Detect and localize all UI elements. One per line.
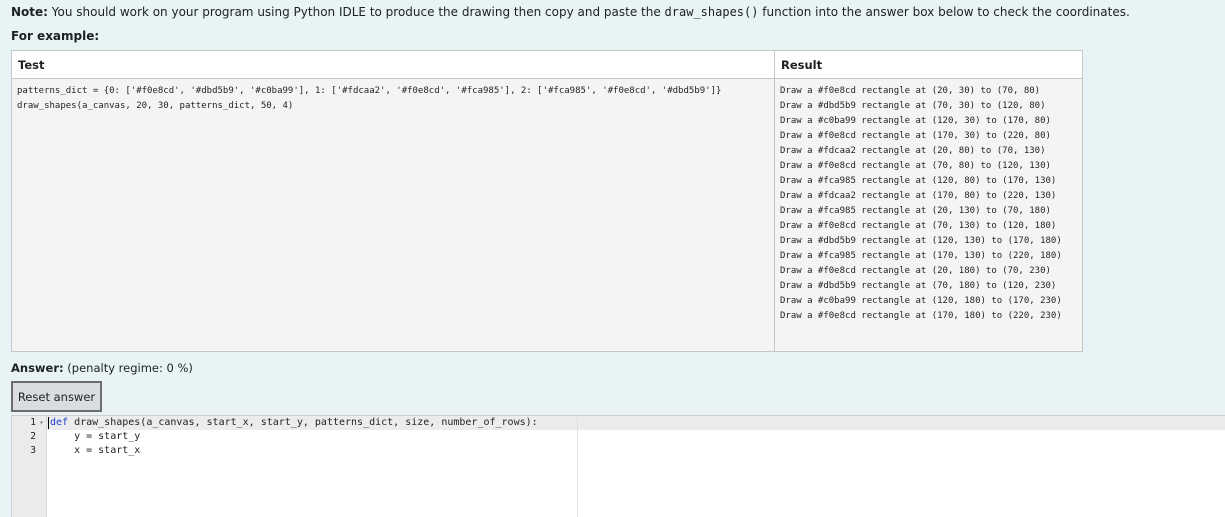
code-line: Draw a #fca985 rectangle at (170, 130) t… (780, 251, 1062, 261)
def-keyword: def (50, 417, 69, 428)
code-line: Draw a #c0ba99 rectangle at (120, 30) to… (780, 116, 1051, 126)
line-number: 2 (30, 431, 36, 442)
test-cell: patterns_dict = {0: ['#f0e8cd', '#dbd5b9… (11, 78, 775, 352)
result-column-header: Result (774, 50, 1083, 79)
code-line: Draw a #dbd5b9 rectangle at (70, 30) to … (780, 101, 1046, 111)
note-function-name: draw_shapes() (664, 5, 759, 19)
test-column-header: Test (11, 50, 775, 79)
question-page: Note: You should work on your program us… (0, 0, 1225, 517)
table-header-row: Test Result (11, 50, 1083, 79)
code-line: Draw a #f0e8cd rectangle at (170, 180) t… (780, 311, 1062, 321)
penalty-regime: (penalty regime: 0 %) (67, 361, 193, 375)
text-cursor (48, 417, 49, 429)
code-line: patterns_dict = {0: ['#f0e8cd', '#dbd5b9… (17, 86, 722, 96)
code-line: Draw a #f0e8cd rectangle at (170, 30) to… (780, 131, 1051, 141)
code-line: draw_shapes(a_canvas, 20, 30, patterns_d… (17, 101, 294, 111)
examples-table: Test Result patterns_dict = {0: ['#f0e8c… (11, 50, 1083, 352)
line-number: 1 ▾ (30, 416, 44, 430)
code-line[interactable]: x = start_x (47, 444, 577, 458)
code-line: Draw a #fca985 rectangle at (120, 80) to… (780, 176, 1057, 186)
line-number: 3 (30, 445, 36, 456)
fold-arrow-icon[interactable]: ▾ (39, 416, 44, 430)
code-line[interactable]: def draw_shapes(a_canvas, start_x, start… (47, 416, 577, 430)
example-heading: For example: (11, 29, 100, 43)
answer-label: Answer: (11, 361, 64, 375)
code-line: Draw a #f0e8cd rectangle at (70, 80) to … (780, 161, 1051, 171)
code-line: Draw a #fdcaa2 rectangle at (20, 80) to … (780, 146, 1046, 156)
table-row: patterns_dict = {0: ['#f0e8cd', '#dbd5b9… (11, 78, 1083, 352)
function-signature: draw_shapes(a_canvas, start_x, start_y, … (68, 417, 538, 428)
code-line: Draw a #dbd5b9 rectangle at (120, 130) t… (780, 236, 1062, 246)
code-line: Draw a #dbd5b9 rectangle at (70, 180) to… (780, 281, 1057, 291)
code-line: Draw a #fdcaa2 rectangle at (170, 80) to… (780, 191, 1057, 201)
note-text-after: function into the answer box below to ch… (762, 5, 1130, 19)
result-output: Draw a #f0e8cd rectangle at (20, 30) to … (780, 84, 1077, 324)
note-text-before: You should work on your program using Py… (51, 5, 661, 19)
note-text: Note: You should work on your program us… (11, 4, 1130, 20)
line-number-gutter: 1 ▾ 2 3 (12, 416, 47, 517)
result-cell: Draw a #f0e8cd rectangle at (20, 30) to … (774, 78, 1083, 352)
code-line[interactable]: y = start_y (47, 430, 577, 444)
test-code: patterns_dict = {0: ['#f0e8cd', '#dbd5b9… (17, 84, 769, 114)
code-line: Draw a #f0e8cd rectangle at (70, 130) to… (780, 221, 1057, 231)
reset-answer-button[interactable]: Reset answer (11, 381, 102, 412)
code-line: Draw a #f0e8cd rectangle at (20, 180) to… (780, 266, 1051, 276)
code-text-area[interactable]: def draw_shapes(a_canvas, start_x, start… (47, 416, 578, 517)
code-line: Draw a #c0ba99 rectangle at (120, 180) t… (780, 296, 1062, 306)
code-editor[interactable]: 1 ▾ 2 3 def draw_shapes(a_canvas, start_… (11, 415, 1225, 517)
code-line: Draw a #f0e8cd rectangle at (20, 30) to … (780, 86, 1041, 96)
note-label: Note: (11, 5, 48, 19)
answer-heading: Answer: (penalty regime: 0 %) (11, 360, 193, 376)
code-line: Draw a #fca985 rectangle at (20, 130) to… (780, 206, 1051, 216)
